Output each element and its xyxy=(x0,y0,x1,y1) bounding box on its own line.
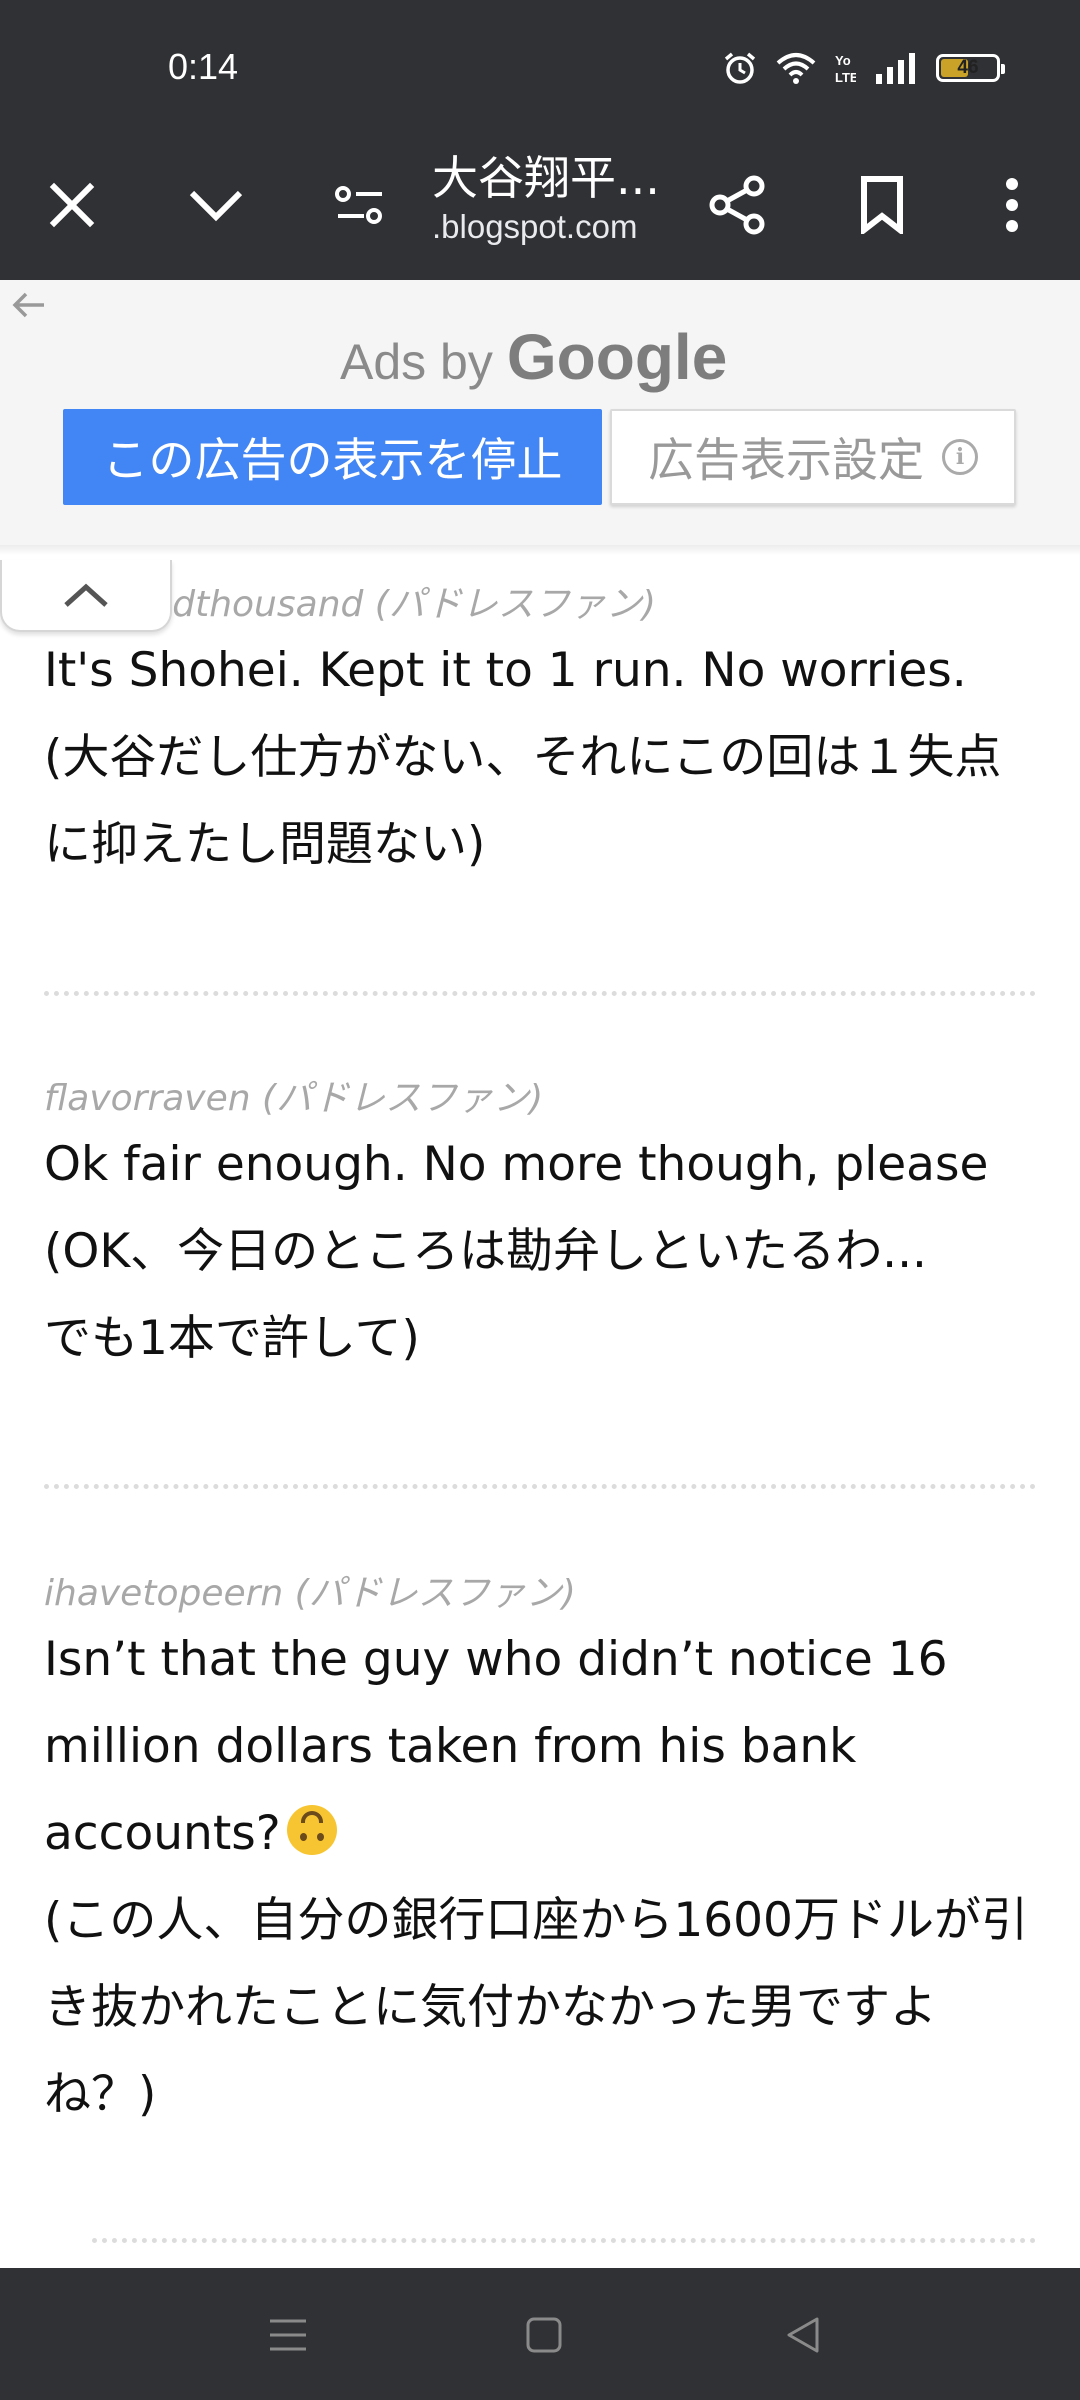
alarm-icon xyxy=(722,50,758,86)
back-triangle-icon xyxy=(787,2317,819,2353)
comment-author: flavorraven (パドレスファン) xyxy=(44,1078,544,1119)
ad-feedback-panel: Ads by Google この広告の表示を停止 広告表示設定 i xyxy=(0,280,1080,545)
comment-line: Isn’t that the guy who didn’t notice 16 xyxy=(44,1632,948,1687)
bookmark-button[interactable] xyxy=(842,165,922,245)
comment-author: ihavetopeern (パドレスファン) xyxy=(44,1573,576,1614)
comment-line: でも1本で許して) xyxy=(44,1311,420,1366)
chevron-up-icon xyxy=(64,583,108,607)
share-button[interactable] xyxy=(698,165,778,245)
battery-level: 46 xyxy=(957,57,979,78)
list-item: flavorraven (パドレスファン) Ok fair enough. No… xyxy=(44,1077,1044,1382)
close-icon xyxy=(49,182,95,228)
home-button[interactable] xyxy=(519,2310,569,2360)
stop-ad-button[interactable]: この広告の表示を停止 xyxy=(63,409,602,505)
custom-tab-toolbar: 大谷翔平... .blogspot.com xyxy=(0,130,1080,280)
ad-settings-button[interactable]: 広告表示設定 i xyxy=(610,409,1016,505)
more-options-button[interactable] xyxy=(972,165,1052,245)
wifi-icon xyxy=(776,51,816,85)
info-icon: i xyxy=(942,439,978,475)
menu-icon xyxy=(270,2319,306,2351)
volte-icon: Yo LTE xyxy=(834,51,856,85)
page-settings-button[interactable] xyxy=(320,165,400,245)
ads-by-google: Ads by Google xyxy=(340,320,727,394)
svg-text:Yo: Yo xyxy=(835,53,851,68)
divider xyxy=(44,991,1036,996)
status-bar: 0:14 Yo LTE 46 xyxy=(0,0,1080,130)
minimize-button[interactable] xyxy=(176,165,256,245)
comment-line: million dollars taken from his bank xyxy=(44,1719,857,1774)
comment-line: き抜かれたことに気付かなかった男ですよ xyxy=(44,1980,937,2035)
comment-line-text: accounts? xyxy=(44,1806,281,1861)
bookmark-icon xyxy=(861,176,903,234)
page-settings-icon xyxy=(335,186,382,224)
comment-line: Ok fair enough. No more though, please xyxy=(44,1137,989,1192)
list-item: hundredthousand (パドレスファン) It's Shohei. K… xyxy=(44,583,1044,888)
home-square-icon xyxy=(526,2317,562,2353)
collapse-ad-button[interactable] xyxy=(0,560,172,632)
ads-by-label: Ads by xyxy=(340,334,493,390)
status-icons: Yo LTE 46 xyxy=(722,48,1005,88)
chevron-down-icon xyxy=(189,190,243,222)
status-time: 0:14 xyxy=(168,46,239,87)
system-nav-bar xyxy=(0,2268,1080,2400)
back-button[interactable] xyxy=(778,2310,828,2360)
arrow-left-icon xyxy=(12,292,44,318)
comment-line-with-emoji: accounts? xyxy=(44,1790,1044,1877)
upside-down-face-emoji xyxy=(286,1805,337,1855)
comment-line: ね？) xyxy=(44,2067,157,2122)
ad-back-button[interactable] xyxy=(12,290,46,324)
google-logo: Google xyxy=(506,321,728,393)
ads-divider xyxy=(0,545,1080,555)
divider xyxy=(92,2238,1036,2243)
signal-icon xyxy=(874,52,918,84)
page-url[interactable]: .blogspot.com xyxy=(432,208,637,246)
close-button[interactable] xyxy=(32,165,112,245)
list-item: ihavetopeern (パドレスファン) Isn’t that the gu… xyxy=(44,1572,1044,2138)
recents-button[interactable] xyxy=(263,2310,313,2360)
comment-author: hundredthousand (パドレスファン) xyxy=(44,584,656,625)
more-vert-icon xyxy=(1006,178,1018,232)
battery-icon: 46 xyxy=(936,54,1005,82)
divider xyxy=(44,1484,1036,1489)
comment-line: に抑えたし問題ない) xyxy=(44,817,486,872)
comment-line: (OK、今日のところは勘弁しといたるわ... xyxy=(44,1224,927,1279)
comment-line: (大谷だし仕方がない、それにこの回は１失点 xyxy=(44,730,1002,785)
share-icon xyxy=(709,175,765,235)
comment-line: (この人、自分の銀行口座から1600万ドルが引 xyxy=(44,1893,1028,1948)
comment-line: It's Shohei. Kept it to 1 run. No worrie… xyxy=(44,643,967,698)
page-title[interactable]: 大谷翔平... xyxy=(432,142,660,208)
comment-list: hundredthousand (パドレスファン) It's Shohei. K… xyxy=(0,555,1080,2267)
ad-settings-label: 広告表示設定 xyxy=(648,433,924,487)
svg-text:LTE: LTE xyxy=(835,70,856,85)
